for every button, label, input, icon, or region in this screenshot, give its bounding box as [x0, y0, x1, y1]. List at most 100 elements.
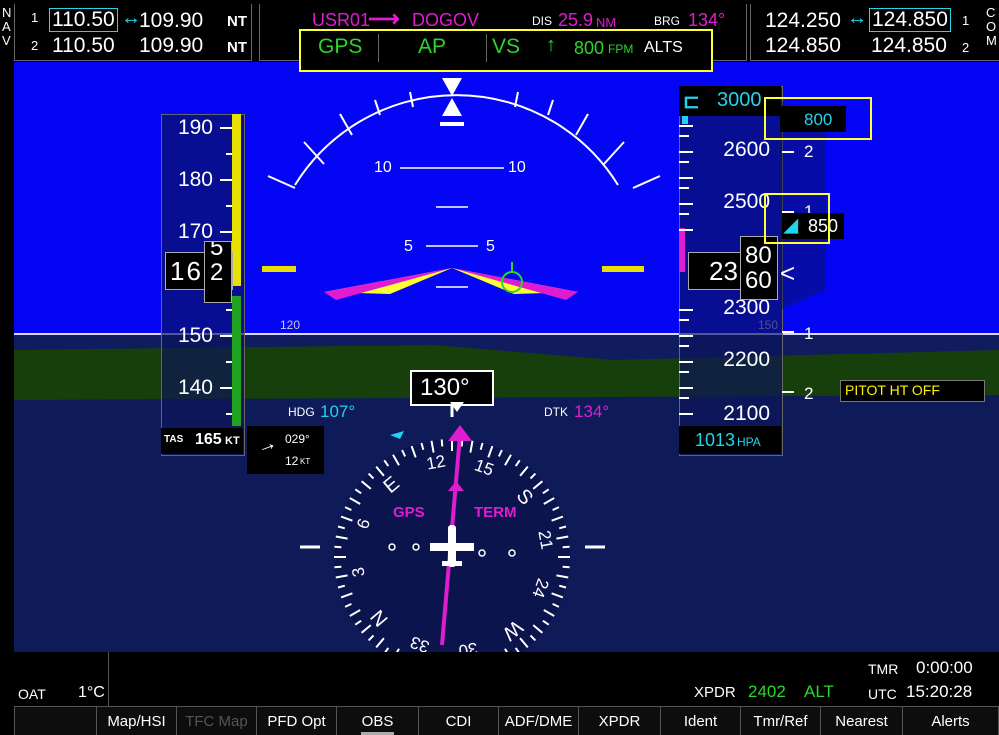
com1-number: 1	[962, 13, 970, 28]
altitude-current-main: 23	[709, 256, 738, 286]
softkey-adf-dme[interactable]: ADF/DME	[498, 706, 578, 735]
softkey-pfd-opt[interactable]: PFD Opt	[256, 706, 336, 735]
altitude-label: 2200	[723, 348, 770, 371]
airspeed-current-main: 16	[170, 256, 203, 286]
nav1-number: 1	[31, 10, 39, 25]
altitude-label: 2100	[723, 402, 770, 425]
airspeed-readout: 16 5 2	[165, 241, 233, 303]
compass-tick	[562, 565, 570, 569]
nav2-active-freq[interactable]: 110.50	[52, 34, 115, 58]
heading-readout: 130°	[420, 374, 470, 401]
attitude-indicator	[262, 78, 661, 300]
softkey-label: OBS	[361, 712, 394, 730]
compass-tick	[562, 545, 570, 549]
vsi-zero-pointer-icon: <	[780, 258, 796, 288]
softkey-tmr-ref[interactable]: Tmr/Ref	[740, 706, 820, 735]
xpdr-mode: ALT	[804, 682, 834, 701]
softkey-label: Tmr/Ref	[753, 712, 808, 730]
airspeed-label: 150	[177, 324, 213, 347]
flight-director-left-magenta	[324, 268, 452, 300]
course-pointer-arrow-icon	[448, 425, 472, 441]
altitude-label: 2500	[723, 190, 770, 213]
pitch-label-10-left: 10	[374, 159, 392, 176]
altitude-roller-top: 80	[745, 242, 772, 269]
nav-side-label: N A V	[2, 6, 11, 48]
com2-number: 2	[962, 40, 970, 55]
softkey-obs[interactable]: OBS	[336, 706, 418, 735]
wind-unit: KT	[300, 457, 311, 466]
airspeed-label: 180	[177, 168, 213, 191]
xpdr-label: XPDR	[694, 684, 736, 701]
oat-label: OAT	[18, 686, 46, 702]
softkey-label: ADF/DME	[504, 712, 573, 730]
fp-dis-label: DIS	[532, 14, 553, 28]
nav-radio-box: 1 110.50 ↔ 109.90 NT 2 110.50 109.90 NT	[14, 4, 252, 61]
vs-target-highlight-box	[764, 97, 872, 140]
baro-unit: HPA	[737, 435, 761, 449]
com2-standby-freq[interactable]: 124.850	[871, 34, 947, 58]
autopilot-highlight-box	[299, 29, 713, 72]
com-swap-icon[interactable]: ↔	[847, 7, 867, 30]
bottom-divider	[108, 652, 109, 706]
hdg-label: HDG	[288, 405, 315, 419]
vsi-label: 1	[804, 324, 814, 343]
pitch-label-10-right: 10	[508, 159, 526, 176]
softkey-blank[interactable]	[14, 706, 96, 735]
fp-to-waypoint: DOGOV	[412, 10, 480, 30]
com2-active-freq[interactable]: 124.850	[765, 34, 841, 58]
softkey-label: CDI	[445, 712, 472, 730]
softkey-map-hsi[interactable]: Map/HSI	[96, 706, 176, 735]
nav1-active-freq[interactable]: 110.50	[49, 8, 118, 32]
fp-from-waypoint: USR01	[312, 10, 371, 30]
nav2-standby-freq[interactable]: 109.90	[139, 34, 203, 58]
nav-side-n: N	[2, 5, 12, 20]
altitude-bug-icon: ⊏	[683, 91, 700, 113]
compass-tick	[440, 439, 444, 447]
softkey-label: Map/HSI	[107, 712, 166, 730]
slip-skid-bar	[440, 122, 464, 126]
hdg-bug-box[interactable]: HDG 107°	[284, 400, 364, 424]
baro-setting-box[interactable]: 1013 HPA	[679, 426, 781, 454]
softkey-ident[interactable]: Ident	[660, 706, 740, 735]
softkey-label: XPDR	[598, 712, 641, 730]
pitch-ladder	[400, 167, 504, 288]
softkey-tfc-map[interactable]: TFC Map	[176, 706, 256, 735]
airspeed-yellow-band	[232, 114, 241, 286]
nav1-ident: NT	[227, 13, 247, 30]
timer-label: TMR	[868, 661, 899, 677]
roll-pointer-icon	[442, 78, 462, 96]
airspeed-label: 190	[177, 116, 213, 139]
airspeed-green-band	[232, 296, 241, 426]
roll-scale-ticks	[267, 91, 661, 189]
softkey-alerts[interactable]: Alerts	[902, 706, 999, 735]
softkey-label: TFC Map	[185, 712, 248, 730]
com1-active-freq[interactable]: 124.250	[765, 9, 841, 33]
wind-box: → 029° 12 KT	[247, 426, 324, 474]
selected-altitude-value[interactable]: 3000	[717, 89, 762, 112]
nav-swap-icon[interactable]: ↔	[121, 7, 141, 30]
baro-value[interactable]: 1013	[695, 430, 735, 451]
wind-arrow-icon: →	[253, 431, 280, 459]
softkey-nearest[interactable]: Nearest	[820, 706, 902, 735]
pitch-label-5-right: 5	[486, 238, 495, 255]
hdg-bug-value[interactable]: 107°	[320, 402, 355, 422]
nav1-standby-freq[interactable]: 109.90	[139, 9, 203, 33]
airspeed-roller-bottom: 2	[210, 259, 224, 286]
pitch-label-5-left: 5	[404, 238, 413, 255]
com-side-c: C	[986, 5, 996, 20]
altitude-label: 2600	[723, 138, 770, 161]
compass-tick	[334, 565, 342, 569]
hsi-flight-phase: TERM	[474, 504, 517, 521]
com1-standby-freq[interactable]: 124.850	[869, 8, 951, 32]
nav-side-a: A	[2, 19, 11, 34]
com-side-label: C O M	[986, 6, 997, 48]
oat-value: 1°C	[78, 684, 105, 701]
horizon-heading-120: 120	[280, 318, 301, 332]
com-side-o: O	[986, 19, 997, 34]
utc-label: UTC	[868, 686, 897, 702]
softkey-cdi[interactable]: CDI	[418, 706, 498, 735]
softkey-xpdr[interactable]: XPDR	[578, 706, 660, 735]
slip-indicator-icon	[442, 98, 462, 116]
timer-value: 0:00:00	[916, 658, 973, 677]
tas-label: TAS	[164, 434, 184, 445]
